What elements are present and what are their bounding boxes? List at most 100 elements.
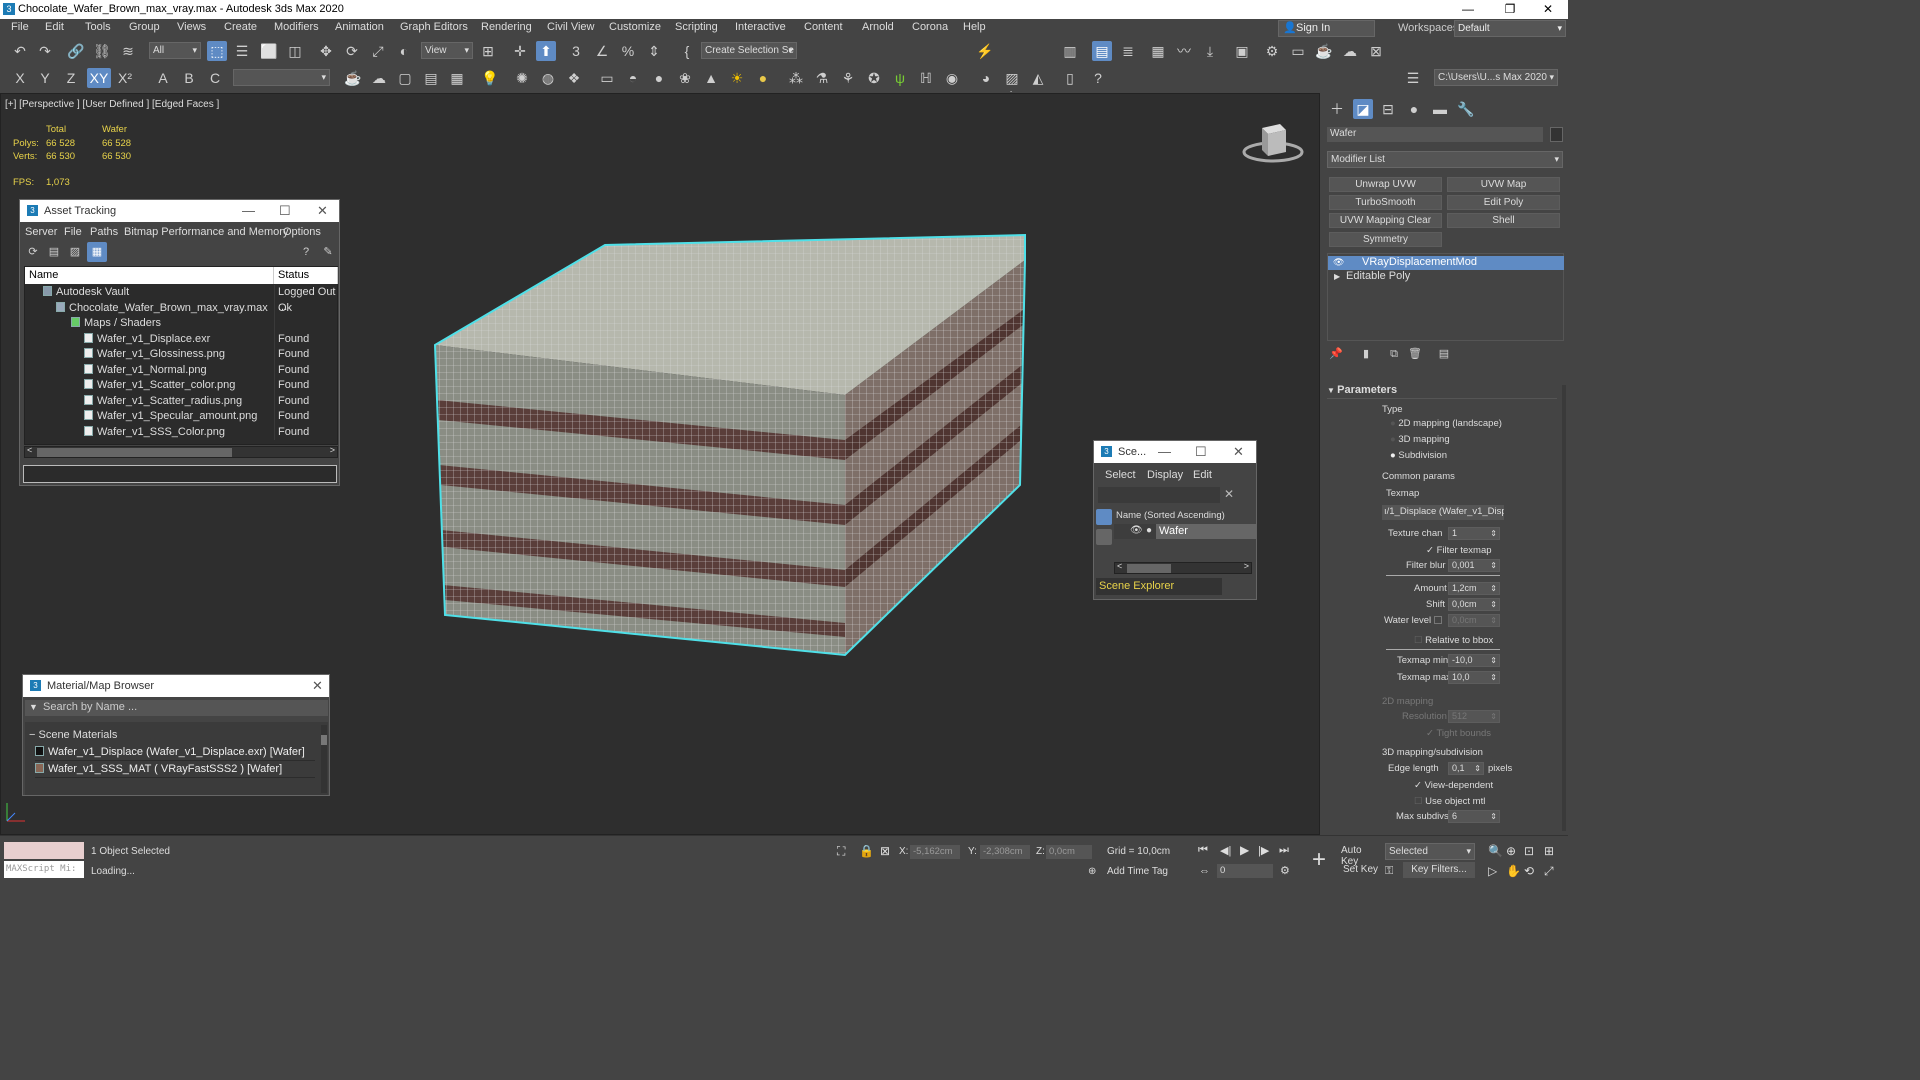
schematic-view-icon[interactable]: ⤓ <box>1200 41 1220 61</box>
minimize-button[interactable]: — <box>1448 0 1488 19</box>
viewcube-icon[interactable] <box>1242 120 1304 164</box>
auto-grid-c-icon[interactable]: C <box>205 68 225 88</box>
key-filters-button[interactable]: Key Filters... <box>1403 862 1475 878</box>
column-status[interactable]: Status <box>274 267 338 284</box>
axis-z-icon[interactable]: Z <box>61 68 81 88</box>
motion-tab-icon[interactable]: ● <box>1404 99 1424 119</box>
pan-icon[interactable]: ✋ <box>1506 864 1521 878</box>
scene-explorer-window[interactable]: 3 Sce... — ☐ ✕ Select Display Edit ✕ Nam… <box>1093 440 1257 600</box>
sun-icon[interactable]: ☀ <box>727 68 747 88</box>
turbosmooth-button[interactable]: TurboSmooth <box>1329 195 1442 210</box>
render-elements-icon[interactable]: ◭ <box>1028 68 1048 88</box>
rendered-frame-icon[interactable]: ▭ <box>1288 41 1308 61</box>
render-cloud-icon[interactable]: ☁ <box>1340 41 1360 61</box>
list-item[interactable]: Wafer_v1_Displace (Wafer_v1_Displace.exr… <box>35 745 315 761</box>
stack-item-vraydisplacement[interactable]: 👁 VRayDisplacementMod <box>1328 256 1564 270</box>
water-level-checkbox[interactable] <box>1434 616 1442 624</box>
menu-graph-editors[interactable]: Graph Editors <box>400 21 468 33</box>
fov-icon[interactable]: ▷ <box>1488 864 1497 878</box>
menu-scripting[interactable]: Scripting <box>675 21 718 33</box>
tight-bounds-checkbox[interactable]: ✓ Tight bounds <box>1426 728 1491 739</box>
curve-editor-icon[interactable]: 〰 <box>1174 41 1194 61</box>
previous-frame-icon[interactable]: ◀| <box>1220 844 1231 857</box>
pin-stack-icon[interactable]: 📌 <box>1326 344 1346 364</box>
project-path-dropdown[interactable]: C:\Users\U...s Max 2020 <box>1434 69 1558 86</box>
stack-item-editable-poly[interactable]: ▶ Editable Poly <box>1328 270 1564 284</box>
isolate-selection-icon[interactable]: ⛶ <box>837 844 845 859</box>
axis-xy-cycle-icon[interactable]: X² <box>115 68 135 88</box>
zoom-extents-icon[interactable]: ⊡ <box>1524 844 1534 858</box>
unlink-icon[interactable]: ⛓ <box>92 41 112 61</box>
utilities-tab-icon[interactable]: 🔧 <box>1456 99 1476 119</box>
orbit-icon[interactable]: ⟲ <box>1524 864 1534 878</box>
menu-edit[interactable]: Edit <box>1193 469 1212 481</box>
sky-icon[interactable]: ● <box>753 68 773 88</box>
unwrap-uvw-button[interactable]: Unwrap UVW <box>1329 177 1442 192</box>
menu-file[interactable]: File <box>11 21 29 33</box>
sphere-icon[interactable]: ● <box>649 68 669 88</box>
toggle-ribbon-icon[interactable]: ▦ <box>1148 41 1168 61</box>
time-config-icon[interactable]: ⚙ <box>1280 864 1290 877</box>
maxscript-mini-listener[interactable]: MAXScript Mi: <box>4 861 84 878</box>
y-coord-field[interactable]: -2,308cm <box>980 845 1030 859</box>
a360-gallery-icon[interactable]: ⊠ <box>1366 41 1386 61</box>
viewport-label[interactable]: [+] [Perspective ] [User Defined ] [Edge… <box>5 99 219 110</box>
view-dependent-checkbox[interactable]: ✓ View-dependent <box>1414 780 1493 791</box>
percent-snap-icon[interactable]: % <box>618 41 638 61</box>
maximize-icon[interactable]: ☐ <box>279 203 291 219</box>
selection-filter-dropdown[interactable]: All <box>149 42 201 59</box>
set-key-button[interactable]: Set Key <box>1343 864 1378 875</box>
teapot-icon[interactable]: ☕ <box>343 68 363 88</box>
max-subdivs-spinner[interactable]: 6 <box>1448 810 1500 823</box>
key-mode-icon[interactable]: ⇔ <box>1199 865 1210 877</box>
shift-spinner[interactable]: 0,0cm <box>1448 598 1500 611</box>
help-icon[interactable]: ? <box>1088 68 1108 88</box>
maximize-viewport-icon[interactable]: ⤢ <box>1544 864 1554 879</box>
table-row[interactable]: Autodesk Vault Logged Out ... <box>25 285 337 313</box>
radio-subdivision[interactable]: ● Subdivision <box>1390 450 1447 461</box>
scene-materials-group[interactable]: − Scene Materials <box>29 729 117 741</box>
go-to-end-icon[interactable]: ⏭ <box>1279 844 1289 857</box>
workspace-dropdown[interactable]: Default <box>1454 20 1566 37</box>
menu-create[interactable]: Create <box>224 21 257 33</box>
close-button[interactable]: ✕ <box>1528 0 1568 19</box>
menu-file[interactable]: File <box>64 226 82 238</box>
maximize-button[interactable]: ❐ <box>1490 0 1530 19</box>
path-field[interactable] <box>23 465 337 483</box>
modifier-list-dropdown[interactable]: Modifier List <box>1327 151 1563 168</box>
menu-customize[interactable]: Customize <box>609 21 661 33</box>
uvw-mapping-clear-button[interactable]: UVW Mapping Clear <box>1329 213 1442 228</box>
resolution-spinner[interactable]: 512 <box>1448 710 1500 723</box>
undo-icon[interactable]: ↶ <box>10 41 30 61</box>
menu-arnold[interactable]: Arnold <box>862 21 894 33</box>
viewport-layout-icon[interactable]: ▯ <box>1060 68 1080 88</box>
edit-named-sets-icon[interactable]: { <box>677 41 697 61</box>
menu-animation[interactable]: Animation <box>335 21 384 33</box>
close-icon[interactable]: ✕ <box>1233 444 1244 460</box>
configure-sets-icon[interactable]: ▤ <box>1434 344 1454 364</box>
snaps-toggle-icon[interactable]: 3 <box>566 41 586 61</box>
axis-xy-icon[interactable]: XY <box>87 68 111 88</box>
menu-tools[interactable]: Tools <box>85 21 111 33</box>
column-name[interactable]: Name <box>25 267 274 284</box>
scroll-left-icon[interactable]: < <box>27 445 32 455</box>
scatter-icon[interactable]: ⁂ <box>786 68 806 88</box>
water-level-spinner[interactable]: 0,0cm <box>1448 614 1500 627</box>
menu-bitmap-performance[interactable]: Bitmap Performance and Memory <box>124 226 288 238</box>
table-row[interactable]: Wafer_v1_SSS_Color.png Found <box>25 424 337 440</box>
table-row[interactable]: Chocolate_Wafer_Brown_max_vray.max Ok <box>25 300 337 316</box>
cone-icon[interactable]: ▲ <box>701 68 721 88</box>
texmap-min-spinner[interactable]: -10,0 <box>1448 654 1500 667</box>
menu-group[interactable]: Group <box>129 21 160 33</box>
material-search-input[interactable]: Search by Name ... <box>25 700 328 716</box>
align-icon[interactable]: ▤ <box>1092 41 1112 61</box>
grass-icon[interactable]: ψ <box>890 68 910 88</box>
modify-tab-icon[interactable]: ◪ <box>1353 99 1373 119</box>
panel-scrollbar[interactable] <box>1562 385 1566 831</box>
material-map-browser-window[interactable]: 3 Material/Map Browser ✕ Search by Name … <box>22 674 330 796</box>
zoom-icon[interactable]: 🔍 <box>1488 844 1503 858</box>
grid-obj-icon[interactable]: ▤ <box>421 68 441 88</box>
relative-to-bbox-checkbox[interactable]: ☐ Relative to bbox <box>1414 635 1493 646</box>
layer-explorer-icon[interactable]: ≣ <box>1118 41 1138 61</box>
frame-buffer-icon[interactable]: ▨ <box>1002 68 1022 88</box>
